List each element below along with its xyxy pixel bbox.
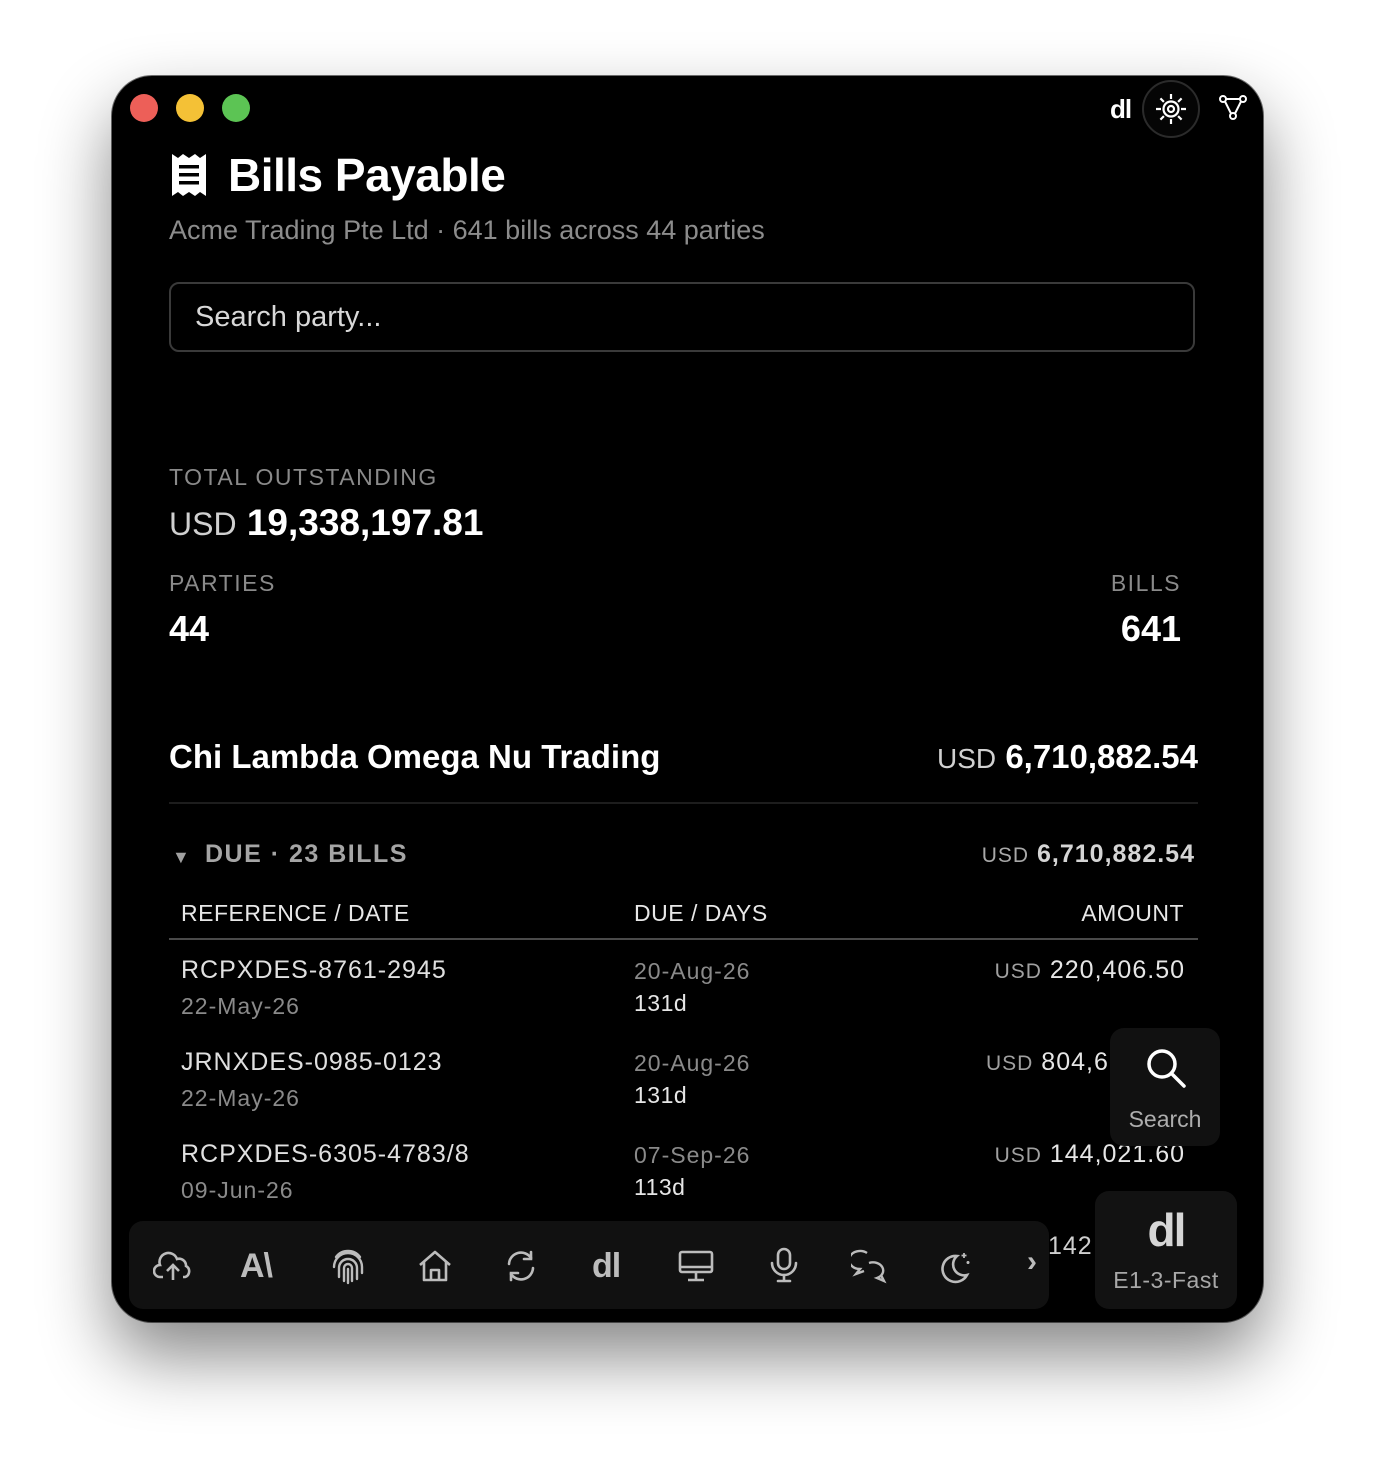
currency-label: USD — [937, 743, 997, 774]
due-date: 20-Aug-26 — [634, 958, 751, 984]
desktop-icon — [678, 1250, 714, 1282]
bill-date: 22-May-26 — [181, 1085, 300, 1111]
text-font-button[interactable]: A\ — [240, 1247, 273, 1286]
bills-label: BILLS — [1110, 570, 1181, 596]
settings-button[interactable] — [1142, 80, 1200, 138]
gear-icon — [1156, 94, 1186, 124]
more-dock-button[interactable]: › — [1027, 1245, 1037, 1279]
days-remaining: 131d — [634, 1082, 688, 1108]
table-header-divider — [169, 938, 1198, 940]
total-amount: 19,338,197.81 — [246, 502, 484, 543]
total-outstanding-label: TOTAL OUTSTANDING — [169, 464, 438, 490]
home-icon — [419, 1250, 451, 1282]
days-remaining: 113d — [634, 1174, 686, 1200]
due-date: 07-Sep-26 — [634, 1142, 751, 1168]
desktop-button[interactable] — [677, 1249, 715, 1288]
currency-label: USD — [169, 506, 237, 542]
dl-toolbar-button[interactable]: dl — [1110, 94, 1132, 125]
dl-logo-icon: dl — [1147, 1204, 1187, 1256]
minimize-window-button[interactable] — [176, 94, 204, 122]
party-total: USD 6,710,882.54 — [937, 738, 1198, 776]
currency-label: USD — [994, 960, 1042, 983]
amount-value: 804,6 — [1041, 1048, 1109, 1076]
refresh-icon — [507, 1250, 535, 1282]
search-party-field[interactable] — [169, 282, 1195, 352]
group-amount: 6,710,882.54 — [1037, 840, 1195, 868]
bill-date: 09-Jun-26 — [181, 1177, 294, 1203]
bill-date: 22-May-26 — [181, 993, 300, 1019]
moon-stars-icon — [941, 1253, 970, 1284]
table-row[interactable]: RCPXDES-8761-2945 22-May-26 20-Aug-26 13… — [169, 956, 1198, 1048]
bottom-dock: A\ dl › — [129, 1221, 1049, 1309]
node-tree-icon — [1219, 95, 1247, 120]
page-title: Bills Payable — [228, 149, 506, 201]
party-divider — [169, 802, 1198, 804]
clipped-amount: 142, — [1048, 1232, 1101, 1260]
microphone-icon — [770, 1247, 798, 1283]
table-row[interactable]: RCPXDES-6305-4783/8 09-Jun-26 07-Sep-26 … — [169, 1140, 1198, 1232]
refresh-button[interactable] — [504, 1249, 538, 1288]
party-name: Chi Lambda Omega Nu Trading — [169, 738, 661, 775]
column-header-reference[interactable]: REFERENCE / DATE — [181, 900, 410, 927]
receipt-icon — [172, 154, 206, 196]
fingerprint-button[interactable] — [330, 1247, 366, 1290]
chevron-down-icon[interactable]: ▼ — [172, 847, 190, 868]
app-window: dl Bills Payable Acme Trading Pte Ltd · … — [112, 76, 1263, 1322]
parties-value: 44 — [169, 608, 210, 649]
chat-bubbles-icon — [847, 1249, 887, 1284]
days-remaining: 131d — [634, 990, 688, 1016]
column-header-amount[interactable]: AMOUNT — [1081, 900, 1184, 927]
due-group-header[interactable]: ▼ DUE · 23 BILLS USD 6,710,882.54 — [172, 840, 1195, 874]
floating-search-button[interactable]: Search — [1110, 1028, 1220, 1146]
table-row[interactable]: JRNXDES-0985-0123 22-May-26 20-Aug-26 13… — [169, 1048, 1198, 1140]
model-selector-button[interactable]: dl E1-3-Fast — [1095, 1191, 1237, 1309]
bill-amount: USD 220,406.50 — [995, 956, 1185, 985]
bill-reference: JRNXDES-0985-0123 — [181, 1048, 443, 1076]
group-total: USD 6,710,882.54 — [982, 840, 1195, 869]
party-header-row[interactable]: Chi Lambda Omega Nu Trading USD 6,710,88… — [169, 738, 1198, 784]
bills-value: 641 — [1120, 608, 1181, 649]
zoom-window-button[interactable] — [222, 94, 250, 122]
column-header-due[interactable]: DUE / DAYS — [634, 900, 768, 927]
search-input[interactable] — [171, 284, 1193, 350]
microphone-button[interactable] — [769, 1247, 799, 1288]
currency-label: USD — [986, 1052, 1034, 1075]
party-amount: 6,710,882.54 — [1005, 738, 1198, 775]
chat-button[interactable] — [847, 1249, 889, 1290]
currency-label: USD — [994, 1144, 1042, 1167]
bill-reference: RCPXDES-6305-4783/8 — [181, 1140, 470, 1168]
amount-value: 220,406.50 — [1049, 956, 1185, 984]
bill-reference: RCPXDES-8761-2945 — [181, 956, 447, 984]
total-outstanding-value: USD 19,338,197.81 — [169, 502, 483, 544]
page-subtitle: Acme Trading Pte Ltd · 641 bills across … — [169, 215, 765, 245]
parties-label: PARTIES — [169, 570, 276, 596]
home-button[interactable] — [417, 1249, 453, 1288]
group-label: DUE · 23 BILLS — [205, 840, 408, 868]
search-label: Search — [1128, 1106, 1202, 1132]
model-label: E1-3-Fast — [1113, 1267, 1219, 1293]
bill-amount: USD 804,6 — [986, 1048, 1109, 1077]
night-mode-button[interactable] — [937, 1249, 973, 1290]
close-window-button[interactable] — [130, 94, 158, 122]
dl-dock-button[interactable]: dl — [592, 1247, 621, 1286]
due-date: 20-Aug-26 — [634, 1050, 751, 1076]
page-header: Bills Payable — [170, 148, 506, 202]
currency-label: USD — [981, 844, 1030, 867]
cloud-upload-icon — [152, 1251, 191, 1280]
network-tree-button[interactable] — [1218, 94, 1248, 127]
search-icon — [1147, 1049, 1186, 1088]
fingerprint-icon — [332, 1249, 364, 1285]
cloud-upload-button[interactable] — [152, 1249, 193, 1288]
